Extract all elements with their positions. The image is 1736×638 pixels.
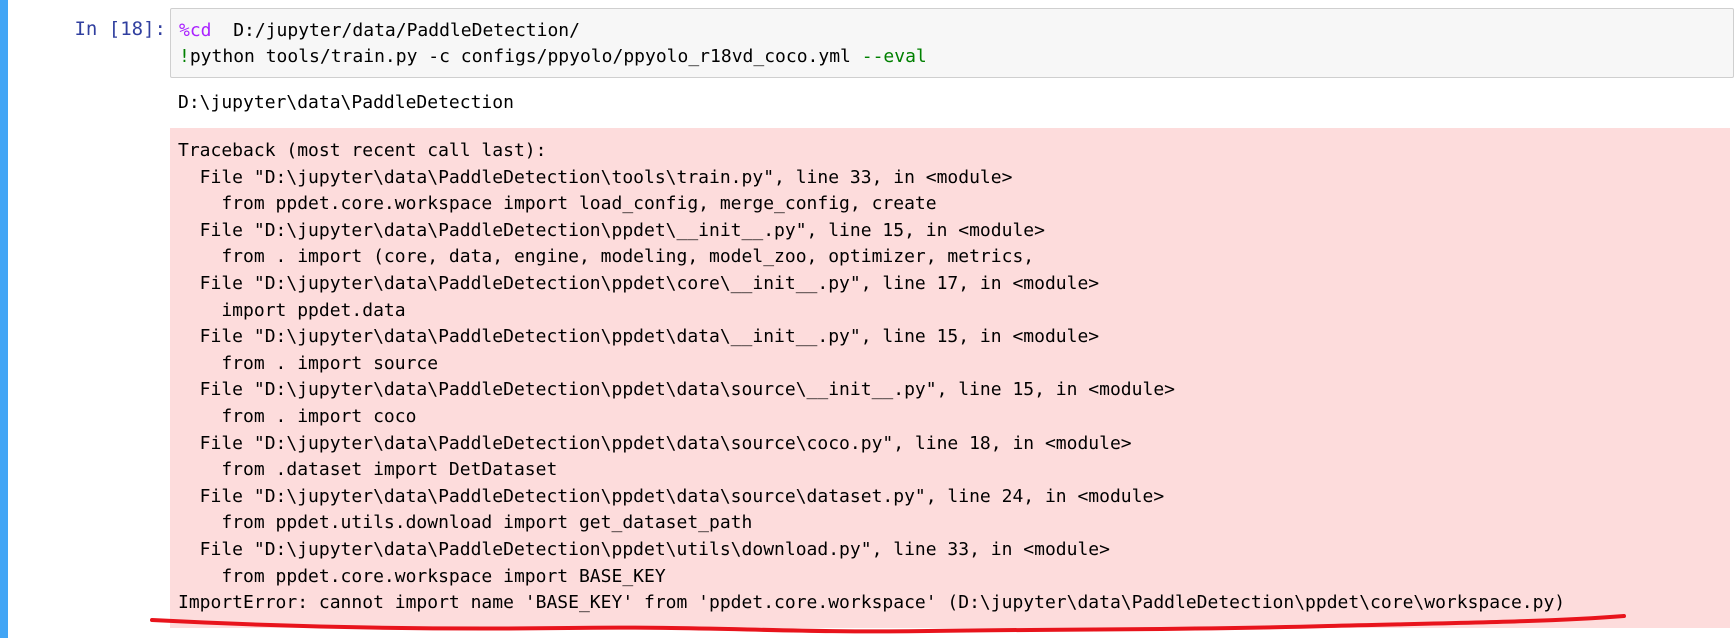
traceback-line: File "D:\jupyter\data\PaddleDetection\to… [178,166,1013,188]
red-underline-annotation [150,614,1626,634]
traceback-line: File "D:\jupyter\data\PaddleDetection\pp… [178,432,1132,454]
traceback-line: from ppdet.core.workspace import load_co… [178,193,937,215]
code-input-editor[interactable]: %cd D:/jupyter/data/PaddleDetection/ !py… [170,8,1734,78]
traceback-line: from ppdet.core.workspace import BASE_KE… [178,565,666,587]
code-line-1: %cd D:/jupyter/data/PaddleDetection/ [179,18,1725,44]
traceback-line: File "D:\jupyter\data\PaddleDetection\pp… [178,379,1175,401]
hand-drawn-underline [150,614,1626,634]
magic-argument: D:/jupyter/data/PaddleDetection/ [211,20,580,41]
traceback-line: File "D:\jupyter\data\PaddleDetection\pp… [178,326,1100,348]
code-line-2: !python tools/train.py -c configs/ppyolo… [179,44,1725,70]
traceback-line: File "D:\jupyter\data\PaddleDetection\pp… [178,219,1045,241]
stdout-output: D:\jupyter\data\PaddleDetection [178,92,514,113]
traceback-line: from .dataset import DetDataset [178,459,558,481]
traceback-line: Traceback (most recent call last): [178,140,547,161]
traceback-line: File "D:\jupyter\data\PaddleDetection\pp… [178,485,1165,507]
traceback-line: File "D:\jupyter\data\PaddleDetection\pp… [178,538,1110,560]
shell-bang: ! [179,46,190,67]
stderr-traceback-output: Traceback (most recent call last): File … [170,128,1730,628]
input-prompt: In [18]: [74,18,166,40]
code-cell-selected[interactable]: In [18]: %cd D:/jupyter/data/PaddleDetec… [0,0,1736,638]
traceback-line: from . import coco [178,405,417,427]
traceback-line: from ppdet.utils.download import get_dat… [178,512,753,534]
traceback-line: import ppdet.data [178,299,406,321]
traceback-line: from . import source [178,352,439,374]
traceback-line: from . import (core, data, engine, model… [178,246,1035,268]
traceback-line: File "D:\jupyter\data\PaddleDetection\pp… [178,272,1100,294]
shell-flag: --eval [861,46,927,67]
notebook-page: In [18]: %cd D:/jupyter/data/PaddleDetec… [0,0,1736,638]
magic-command: %cd [179,20,212,41]
shell-command: python tools/train.py -c configs/ppyolo/… [189,46,862,67]
